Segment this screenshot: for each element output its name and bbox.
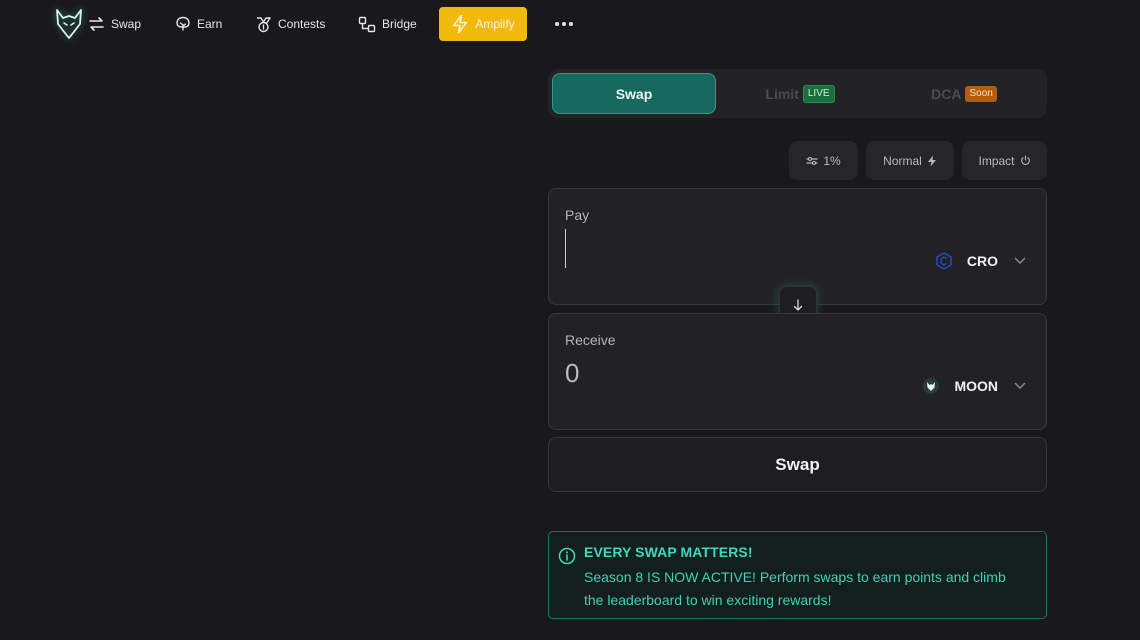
nav-contests-label: Contests [278,17,326,31]
nav-contests[interactable]: Contests [255,12,325,36]
receive-token-select[interactable]: MOON [922,374,1026,398]
nav-amplify-label: Amplify [475,17,515,31]
impact-button[interactable]: Impact [962,141,1047,180]
tab-limit-label: Limit [765,85,799,102]
moon-token-icon [923,378,940,394]
pay-amount-input[interactable] [565,229,865,269]
tab-dca-label: DCA [931,85,962,102]
tab-dca[interactable]: DCA Soon [882,73,1046,114]
notice-title: EVERY SWAP MATTERS! [584,544,753,560]
arrows-swap-icon [89,17,104,31]
wolf-logo-icon[interactable] [54,8,84,40]
season-notice: EVERY SWAP MATTERS! Season 8 IS NOW ACTI… [548,531,1047,619]
nav-bridge[interactable]: Bridge [358,12,417,36]
live-badge: LIVE [802,84,835,103]
power-icon [1020,155,1030,166]
pay-token-select[interactable]: CRO [935,249,1026,273]
impact-label: Impact [978,153,1015,168]
notice-body: Season 8 IS NOW ACTIVE! Perform swaps to… [584,569,1006,608]
pay-token-symbol: CRO [966,253,998,269]
pay-label: Pay [565,207,590,223]
top-nav: Swap Earn Contests Bridge Amplify [0,0,1140,48]
nav-swap[interactable]: Swap [88,12,141,36]
arrow-down-icon [793,299,803,311]
bridge-nodes-icon [358,16,376,32]
receive-box: Receive 0 MOON [548,313,1047,430]
swap-button-label: Swap [775,454,820,474]
bolt-icon [927,155,936,166]
tab-swap-label: Swap [615,85,653,102]
tab-swap[interactable]: Swap [552,73,716,114]
nav-bridge-label: Bridge [382,17,417,31]
receive-label: Receive [565,332,616,348]
medal-icon [257,16,271,32]
chevron-down-icon [1014,257,1026,264]
speed-button[interactable]: Normal [866,141,954,180]
text-caret [565,229,566,268]
slippage-button[interactable]: 1% [789,141,858,180]
info-icon [558,547,576,565]
tab-limit[interactable]: Limit LIVE [718,73,882,114]
slippage-value: 1% [823,153,841,168]
more-dots-icon[interactable] [553,14,575,34]
receive-token-symbol: MOON [954,378,998,394]
speed-label: Normal [883,153,922,168]
mode-tabs: Swap Limit LIVE DCA Soon [548,69,1047,118]
cro-token-icon [936,252,952,270]
nav-swap-label: Swap [111,17,142,31]
nav-earn-label: Earn [197,17,223,31]
soon-badge: Soon [965,85,997,102]
tree-icon [176,16,190,31]
nav-earn[interactable]: Earn [175,12,222,36]
swap-button[interactable]: Swap [548,437,1047,492]
receive-amount: 0 [565,358,580,388]
nav-amplify-button[interactable]: Amplify [439,7,527,41]
sliders-icon [806,156,818,165]
chevron-down-icon [1014,382,1026,389]
lightning-icon [453,14,468,34]
